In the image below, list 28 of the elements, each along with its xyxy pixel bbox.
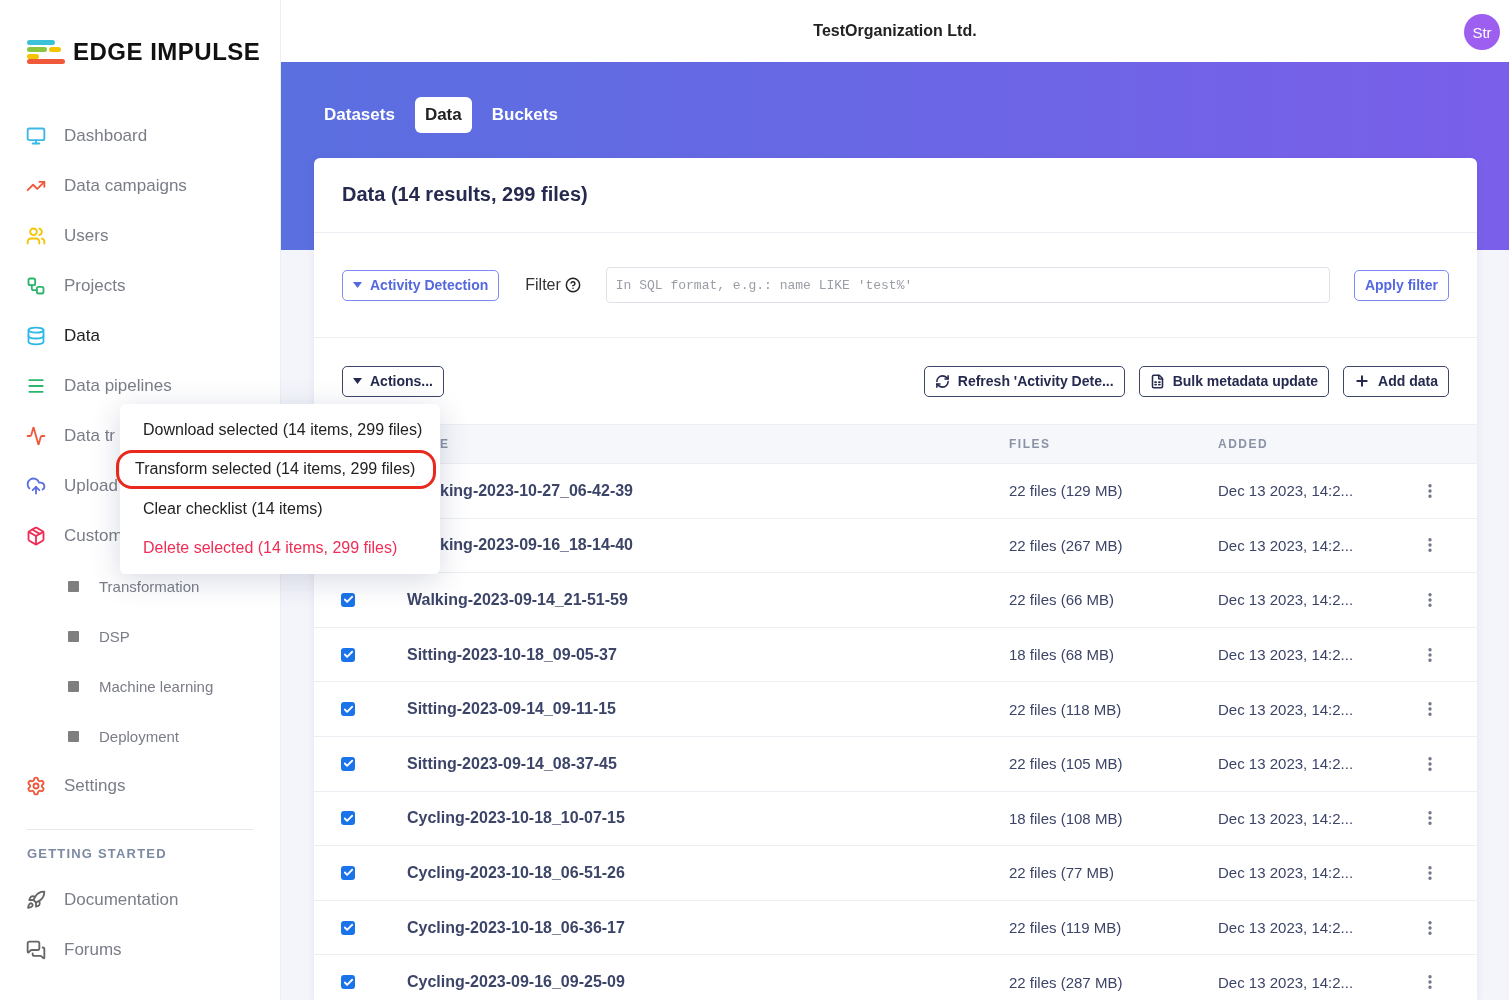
table-cell-text: Dec 13 2023, 14:2...	[1218, 646, 1355, 664]
filter-label: Filter	[525, 276, 561, 294]
table-cell-text: 18 files (68 MB)	[1009, 646, 1116, 664]
table-cell-text: Dec 13 2023, 14:2...	[1218, 919, 1355, 937]
table-cell-text: Dec 13 2023, 14:2...	[1218, 809, 1355, 827]
card-title: Data (14 results, 299 files)	[314, 158, 1477, 233]
table-cell-text: 22 files (66 MB)	[1009, 591, 1116, 609]
table-cell-text: Dec 13 2023, 14:2...	[1218, 482, 1355, 500]
table-cell-text: 22 files (129 MB)	[1009, 482, 1124, 500]
column-header: E	[439, 437, 451, 451]
table-cell-text: Dec 13 2023, 14:2...	[1218, 755, 1355, 773]
column-header: ADDED	[1218, 437, 1270, 451]
table-cell-text: 18 files (108 MB)	[1009, 809, 1124, 827]
table-cell-text: 22 files (287 MB)	[1009, 973, 1124, 991]
table-cell-text: 22 files (118 MB)	[1009, 700, 1123, 718]
table-cell-text: Dec 13 2023, 14:2...	[1218, 973, 1355, 991]
table-cell-text: Dec 13 2023, 14:2...	[1218, 591, 1355, 609]
column-header: FILES	[1009, 437, 1052, 451]
table-cell-text: 22 files (105 MB)	[1009, 755, 1124, 773]
table-cell-text: 22 files (77 MB)	[1009, 864, 1116, 882]
logo-text: EDGE IMPULSE	[73, 37, 261, 66]
section-title: GETTING STARTED	[26, 846, 168, 863]
table-cell-text: 22 files (267 MB)	[1009, 536, 1124, 554]
table-cell-text: Dec 13 2023, 14:2...	[1218, 700, 1355, 718]
organization-name: TestOrganization Ltd.	[813, 22, 977, 40]
table-cell-text: Dec 13 2023, 14:2...	[1218, 536, 1355, 554]
table-cell-text: Dec 13 2023, 14:2...	[1218, 864, 1355, 882]
table-cell-text: 22 files (119 MB)	[1009, 919, 1123, 937]
